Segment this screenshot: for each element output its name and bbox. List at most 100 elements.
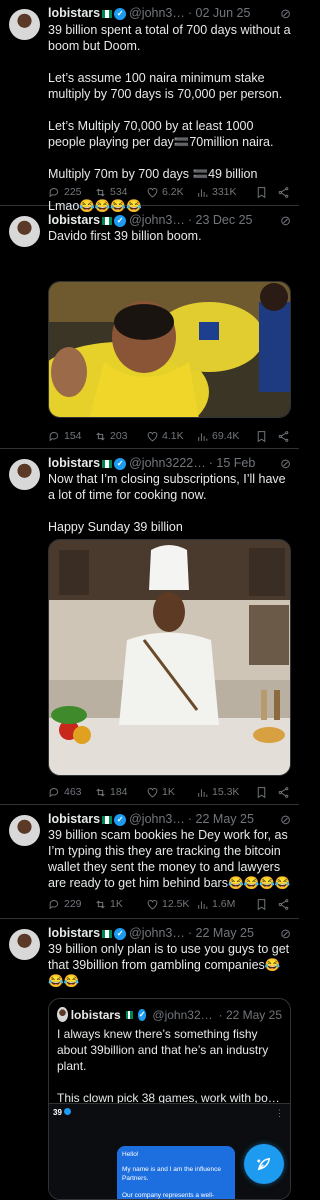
share-icon (278, 186, 289, 198)
repost-button[interactable]: 184 (94, 786, 146, 799)
share-button[interactable] (277, 786, 291, 799)
repost-icon (96, 188, 105, 196)
repost-count: 203 (110, 430, 128, 442)
repost-button[interactable]: 203 (94, 430, 146, 443)
author-name[interactable]: lobistars (48, 812, 100, 827)
views-count: 69.4K (212, 430, 240, 442)
author-name[interactable]: lobistars (48, 926, 100, 941)
tweet-card[interactable]: lobistars ✓ @john3… · 02 Jun 25 ⊘ 39 bil… (0, 0, 299, 213)
views-icon (198, 900, 208, 909)
reply-button[interactable]: 225 (48, 186, 94, 199)
tweet-date[interactable]: · 02 Jun 25 (188, 6, 251, 21)
tweet-card[interactable]: lobistars ✓ @john3… · 22 May 25 ⊘ 39 bil… (0, 806, 299, 919)
grok-icon[interactable]: ⊘ (277, 6, 291, 21)
author-handle[interactable]: @john3… (129, 6, 185, 21)
dm-footer: Our company represents a well-known bett… (122, 1192, 215, 1199)
share-button[interactable] (277, 186, 291, 199)
like-icon (147, 431, 158, 441)
repost-icon (96, 432, 105, 440)
views-button[interactable]: 69.4K (196, 430, 248, 443)
views-button[interactable]: 15.3K (196, 786, 248, 799)
views-icon (198, 188, 208, 197)
tweet-date[interactable]: · 22 May 25 (188, 812, 254, 827)
like-button[interactable]: 12.5K (146, 898, 196, 911)
tweet-card[interactable]: lobistars ✓ @john3222… · 15 Feb ⊘ Now th… (0, 450, 299, 805)
reply-icon (49, 431, 59, 441)
reply-count: 225 (64, 186, 82, 198)
quote-text: I always knew there’s something fishy ab… (57, 1027, 280, 1105)
verified-badge-icon: ✓ (114, 7, 127, 20)
repost-button[interactable]: 534 (94, 186, 146, 199)
like-button[interactable]: 4.1K (146, 430, 196, 443)
tweet-header: lobistars ✓ @john3222… · 15 Feb ⊘ (48, 456, 291, 471)
verified-badge-icon: ✓ (114, 927, 127, 940)
bookmark-icon (257, 430, 266, 442)
avatar[interactable] (9, 815, 40, 846)
share-button[interactable] (277, 898, 291, 911)
verified-badge-icon: ✓ (137, 1008, 147, 1021)
reply-button[interactable]: 229 (48, 898, 94, 911)
views-icon (198, 788, 208, 797)
bookmark-icon (257, 786, 266, 798)
author-name[interactable]: lobistars (48, 6, 100, 21)
tweet-date[interactable]: · 22 May 25 (188, 926, 254, 941)
quote-date: · 22 May 25 (218, 1007, 282, 1022)
tweet-header: lobistars ✓ @john3… · 22 May 25 ⊘ (48, 812, 291, 827)
dm-greeting: Hello! (122, 1151, 139, 1158)
author-handle[interactable]: @john3… (129, 926, 185, 941)
author-name[interactable]: lobistars (48, 213, 100, 228)
bookmark-button[interactable] (255, 786, 277, 799)
reply-button[interactable]: 154 (48, 430, 94, 443)
like-count: 12.5K (162, 898, 190, 910)
grok-icon[interactable]: ⊘ (277, 926, 291, 941)
tweet-header: lobistars ✓ @john3… · 22 May 25 ⊘ (48, 926, 291, 941)
bookmark-button[interactable] (255, 186, 277, 199)
grok-icon[interactable]: ⊘ (277, 213, 291, 228)
author-handle[interactable]: @john3222… (129, 456, 206, 471)
nigeria-flag-icon (102, 216, 113, 225)
grok-icon[interactable]: ⊘ (277, 456, 291, 471)
bookmark-button[interactable] (255, 430, 277, 443)
avatar[interactable] (9, 929, 40, 960)
tweet-text: Now that I’m closing subscriptions, I’ll… (48, 472, 290, 534)
tweet-card[interactable]: lobistars ✓ @john3… · 23 Dec 25 ⊘ Davido… (0, 207, 299, 449)
reply-count: 154 (64, 430, 82, 442)
views-button[interactable]: 331K (196, 186, 248, 199)
avatar[interactable] (9, 9, 40, 40)
author-name[interactable]: lobistars (48, 456, 100, 471)
like-icon (147, 899, 158, 909)
views-count: 1.6M (212, 898, 236, 910)
tweet-header: lobistars ✓ @john3… · 23 Dec 25 ⊘ (48, 213, 291, 228)
chef-photo (49, 540, 290, 775)
compose-button[interactable] (244, 1144, 284, 1184)
author-handle[interactable]: @john3… (129, 812, 185, 827)
reply-button[interactable]: 463 (48, 786, 94, 799)
tweet-image[interactable] (48, 281, 291, 418)
tweet-image[interactable] (48, 539, 291, 776)
avatar[interactable] (9, 459, 40, 490)
tweet-date[interactable]: · 15 Feb (209, 456, 256, 471)
repost-button[interactable]: 1K (94, 898, 146, 911)
avatar[interactable] (9, 216, 40, 247)
repost-icon (96, 900, 105, 908)
like-count: 4.1K (162, 430, 184, 442)
reply-count: 463 (64, 786, 82, 798)
author-handle[interactable]: @john3… (129, 213, 185, 228)
like-button[interactable]: 6.2K (146, 186, 196, 199)
quote-avatar (57, 1007, 68, 1022)
share-button[interactable] (277, 430, 291, 443)
davido-photo (49, 282, 290, 417)
nigeria-flag-icon (102, 815, 113, 824)
tweet-date[interactable]: · 23 Dec 25 (188, 213, 253, 228)
reply-icon (49, 787, 59, 797)
bookmark-button[interactable] (255, 898, 277, 911)
verified-badge-icon: ✓ (114, 457, 127, 470)
quote-author-handle: @john32… (152, 1007, 213, 1022)
reply-icon (49, 187, 59, 197)
like-button[interactable]: 1K (146, 786, 196, 799)
like-count: 1K (162, 786, 175, 798)
quote-author-name: lobistars (70, 1007, 121, 1022)
tweet-text: 39 billion only plan is to use you guys … (48, 942, 293, 988)
views-button[interactable]: 1.6M (196, 898, 248, 911)
grok-icon[interactable]: ⊘ (277, 812, 291, 827)
